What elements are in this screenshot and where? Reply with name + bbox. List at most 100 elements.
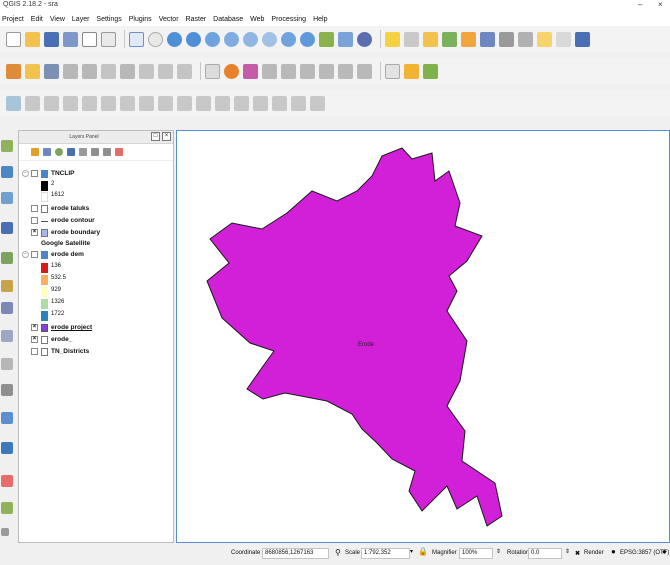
run-feature-action-icon[interactable] xyxy=(404,31,419,47)
python-console-icon[interactable] xyxy=(404,63,419,79)
plugin-tool-icon[interactable] xyxy=(423,63,438,79)
layer-visibility-checkbox[interactable]: × xyxy=(31,336,38,343)
layer-visibility-checkbox[interactable]: × xyxy=(31,229,38,236)
delete-part-icon[interactable] xyxy=(177,95,192,111)
move-label-icon[interactable] xyxy=(319,63,334,79)
add-oracle-layer-icon[interactable] xyxy=(1,280,13,292)
zoom-native-icon[interactable] xyxy=(262,31,277,47)
map-svg[interactable]: Erode xyxy=(177,131,669,542)
layer-row-erode-dem[interactable]: − erode dem xyxy=(19,250,173,260)
toolbar-expand-icon[interactable] xyxy=(1,528,9,536)
crs-globe-icon[interactable]: ● xyxy=(611,547,616,556)
cut-features-icon[interactable] xyxy=(139,63,154,79)
float-panel-button[interactable]: □ xyxy=(151,132,160,141)
pan-map-icon[interactable] xyxy=(129,31,144,47)
simplify-feature-icon[interactable] xyxy=(82,95,97,111)
layer-visibility-checkbox[interactable] xyxy=(31,170,38,177)
new-temporary-layer-icon[interactable] xyxy=(1,502,13,514)
current-edits-icon[interactable] xyxy=(6,63,21,79)
minimize-button[interactable]: – xyxy=(638,0,642,9)
menu-database[interactable]: Database xyxy=(213,16,243,23)
composer-manager-icon[interactable] xyxy=(101,31,116,47)
save-layer-edits-icon[interactable] xyxy=(44,63,59,79)
deselect-icon[interactable] xyxy=(442,31,457,47)
add-ring-icon[interactable] xyxy=(101,95,116,111)
close-panel-button[interactable]: × xyxy=(162,132,171,141)
layer-visibility-checkbox[interactable] xyxy=(31,348,38,355)
erode-district-polygon[interactable] xyxy=(206,147,503,527)
measure-icon[interactable] xyxy=(518,31,533,47)
menu-plugins[interactable]: Plugins xyxy=(129,16,152,23)
add-wms-tms-icon[interactable] xyxy=(1,442,13,454)
layer-row-google-satellite[interactable]: Google Satellite xyxy=(19,239,173,249)
menu-project[interactable]: Project xyxy=(2,16,24,23)
paste-features-icon[interactable] xyxy=(177,63,192,79)
label-toolbar-icon[interactable] xyxy=(205,63,220,79)
delete-selected-icon[interactable] xyxy=(120,63,135,79)
zoom-layer-icon[interactable] xyxy=(243,31,258,47)
rotate-feature-icon[interactable] xyxy=(63,95,78,111)
node-tool-icon[interactable] xyxy=(101,63,116,79)
collapse-toggle-icon[interactable]: − xyxy=(22,170,29,177)
scale-field[interactable]: 1:792,352 xyxy=(361,548,410,559)
rotate-label-icon[interactable] xyxy=(338,63,353,79)
add-mssql-layer-icon[interactable] xyxy=(1,252,13,264)
add-virtual-layer-icon[interactable] xyxy=(1,412,13,424)
zoom-last-icon[interactable] xyxy=(281,31,296,47)
rotate-point-symbols-icon[interactable] xyxy=(310,95,325,111)
fill-ring-icon[interactable] xyxy=(139,95,154,111)
identify-icon[interactable] xyxy=(385,31,400,47)
add-part-icon[interactable] xyxy=(120,95,135,111)
lock-scale-icon[interactable]: 🔒 xyxy=(418,547,428,556)
collapse-toggle-icon[interactable]: − xyxy=(22,251,29,258)
reshape-features-icon[interactable] xyxy=(196,95,211,111)
collapse-all-icon[interactable] xyxy=(103,148,111,156)
add-feature-icon[interactable] xyxy=(63,63,78,79)
offset-curve-icon[interactable] xyxy=(215,95,230,111)
field-calculator-icon[interactable] xyxy=(480,31,495,47)
manage-map-themes-icon[interactable] xyxy=(55,148,63,156)
save-as-icon[interactable] xyxy=(63,31,78,47)
menu-view[interactable]: View xyxy=(50,16,65,23)
undo-icon[interactable] xyxy=(25,95,40,111)
refresh-icon[interactable] xyxy=(357,31,372,47)
zoom-full-icon[interactable] xyxy=(205,31,220,47)
style-manager-icon[interactable] xyxy=(31,148,39,156)
layer-row-erode-contour[interactable]: erode contour xyxy=(19,216,173,226)
coordinate-field[interactable]: 8680856,1267163 xyxy=(262,548,329,559)
new-print-composer-icon[interactable] xyxy=(82,31,97,47)
show-hide-label-icon[interactable] xyxy=(300,63,315,79)
add-wcs-layer-icon[interactable] xyxy=(1,330,13,342)
split-parts-icon[interactable] xyxy=(253,95,268,111)
magnifier-field[interactable]: 100% xyxy=(459,548,493,559)
map-tips-icon[interactable] xyxy=(556,31,571,47)
add-vector-layer-icon[interactable] xyxy=(1,140,13,152)
bookmark-icon[interactable] xyxy=(338,31,353,47)
menu-help[interactable]: Help xyxy=(313,16,327,23)
layer-visibility-checkbox[interactable] xyxy=(31,205,38,212)
map-tools-icon[interactable] xyxy=(385,63,400,79)
layer-visibility-checkbox[interactable]: × xyxy=(31,324,38,331)
add-spatialite-layer-icon[interactable] xyxy=(1,222,13,234)
layer-visibility-checkbox[interactable] xyxy=(31,251,38,258)
zoom-out-icon[interactable] xyxy=(186,31,201,47)
split-features-icon[interactable] xyxy=(234,95,249,111)
menu-web[interactable]: Web xyxy=(250,16,264,23)
pan-to-selection-icon[interactable] xyxy=(148,31,163,47)
render-checkbox[interactable]: ✖ xyxy=(575,550,580,557)
rotation-field[interactable]: 0.0 xyxy=(528,548,562,559)
statistics-icon[interactable] xyxy=(499,31,514,47)
layer-labeling-icon[interactable] xyxy=(224,63,239,79)
filter-legend-icon[interactable] xyxy=(67,148,75,156)
annotation-icon[interactable] xyxy=(537,31,552,47)
layer-row-erode-boundary[interactable]: × erode boundary xyxy=(19,228,173,238)
new-map-view-icon[interactable] xyxy=(319,31,334,47)
menu-layer[interactable]: Layer xyxy=(72,16,90,23)
magnifier-spin-icon[interactable]: ⇕ xyxy=(496,548,501,555)
add-postgis-layer-icon[interactable] xyxy=(1,192,13,204)
menu-raster[interactable]: Raster xyxy=(186,16,207,23)
rotation-spin-icon[interactable]: ⇕ xyxy=(565,548,570,555)
pin-label-icon[interactable] xyxy=(281,63,296,79)
add-wms-layer-icon[interactable] xyxy=(1,302,13,314)
new-shapefile-icon[interactable] xyxy=(1,475,13,487)
